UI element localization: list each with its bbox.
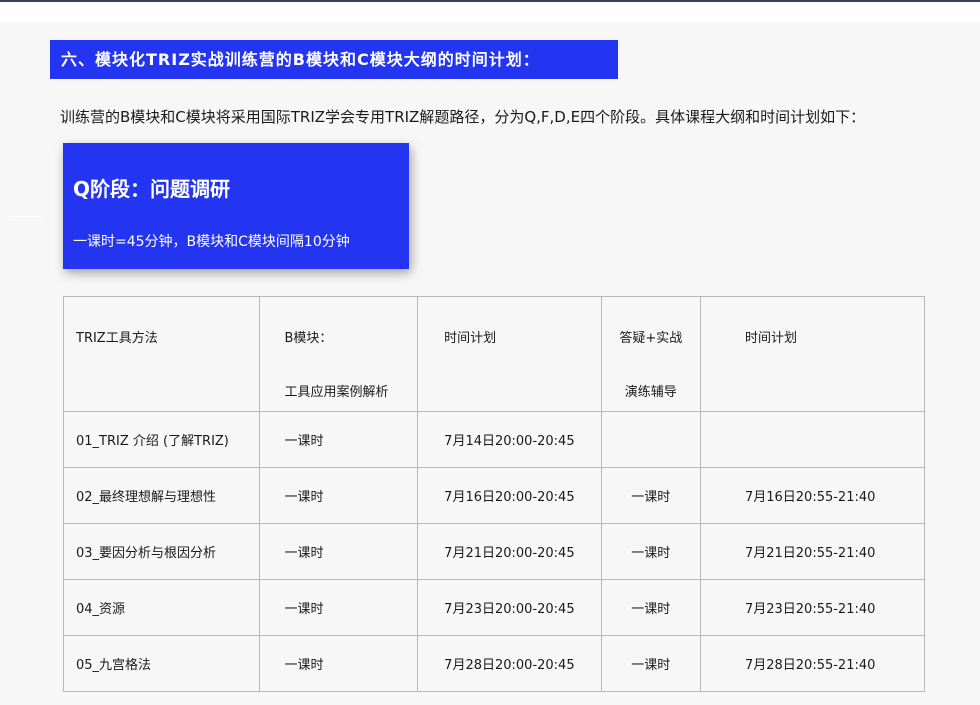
phase-divider (10, 216, 42, 217)
cell-tool: 01_TRIZ 介绍 (了解TRIZ) (62, 411, 261, 468)
top-band (0, 0, 980, 22)
cell-b-time: 7月21日20:00-20:45 (417, 523, 602, 580)
cell-tool: 05_九宫格法 (62, 635, 261, 692)
phase-subtitle: 一课时=45分钟，B模块和C模块间隔10分钟 (73, 234, 350, 250)
table-row: 05_九宫格法 一课时 7月28日20:00-20:45 一课时 7月28日20… (62, 635, 926, 692)
header-label: 时间计划 (444, 331, 497, 346)
cell-practice-time: 7月28日20:55-21:40 (699, 635, 926, 692)
schedule-table: TRIZ工具方法 B模块： 工具应用案例解析 时间计划 答疑+实战 演练辅导 时… (62, 296, 926, 692)
cell-practice-time: 7月16日20:55-21:40 (699, 467, 926, 524)
table-row: 03_要因分析与根因分析 一课时 7月21日20:00-20:45 一课时 7月… (62, 523, 926, 580)
header-label: B模块： (284, 331, 333, 346)
table-row: 02_最终理想解与理想性 一课时 7月16日20:00-20:45 一课时 7月… (62, 467, 926, 524)
cell-b-module: 一课时 (259, 635, 419, 692)
cell-b-module: 一课时 (259, 523, 419, 580)
header-b-module: B模块： 工具应用案例解析 (259, 296, 419, 412)
header-label-line2: 演练辅导 (624, 385, 677, 400)
header-practice: 答疑+实战 演练辅导 (600, 296, 701, 412)
header-label: 答疑+实战 (619, 331, 683, 346)
cell-practice-time (699, 411, 926, 468)
header-b-time: 时间计划 (417, 296, 602, 412)
header-tool-method: TRIZ工具方法 (62, 296, 261, 412)
cell-tool: 03_要因分析与根因分析 (62, 523, 261, 580)
intro-paragraph: 训练营的B模块和C模块将采用国际TRIZ学会专用TRIZ解题路径，分为Q,F,D… (60, 108, 866, 126)
phase-card: Q阶段：问题调研 一课时=45分钟，B模块和C模块间隔10分钟 (63, 143, 409, 269)
section-heading: 六、模块化TRIZ实战训练营的B模块和C模块大纲的时间计划： (50, 40, 618, 79)
cell-b-time: 7月14日20:00-20:45 (417, 411, 602, 468)
cell-b-module: 一课时 (259, 467, 419, 524)
top-divider (0, 0, 980, 2)
cell-b-module: 一课时 (259, 579, 419, 636)
header-label: TRIZ工具方法 (76, 331, 158, 346)
cell-practice: 一课时 (600, 467, 701, 524)
cell-b-time: 7月23日20:00-20:45 (417, 579, 602, 636)
cell-practice (600, 411, 701, 468)
cell-b-module: 一课时 (259, 411, 419, 468)
table-row: 04_资源 一课时 7月23日20:00-20:45 一课时 7月23日20:5… (62, 579, 926, 636)
cell-practice: 一课时 (600, 635, 701, 692)
header-label: 时间计划 (744, 331, 797, 346)
cell-b-time: 7月16日20:00-20:45 (417, 467, 602, 524)
table-row: 01_TRIZ 介绍 (了解TRIZ) 一课时 7月14日20:00-20:45 (62, 411, 926, 468)
header-practice-time: 时间计划 (699, 296, 926, 412)
phase-title: Q阶段：问题调研 (73, 177, 231, 201)
cell-tool: 02_最终理想解与理想性 (62, 467, 261, 524)
cell-practice-time: 7月23日20:55-21:40 (699, 579, 926, 636)
cell-tool: 04_资源 (62, 579, 261, 636)
cell-practice: 一课时 (600, 523, 701, 580)
table-header-row: TRIZ工具方法 B模块： 工具应用案例解析 时间计划 答疑+实战 演练辅导 时… (62, 296, 926, 412)
cell-practice: 一课时 (600, 579, 701, 636)
header-label-line2: 工具应用案例解析 (284, 385, 389, 400)
cell-b-time: 7月28日20:00-20:45 (417, 635, 602, 692)
cell-practice-time: 7月21日20:55-21:40 (699, 523, 926, 580)
